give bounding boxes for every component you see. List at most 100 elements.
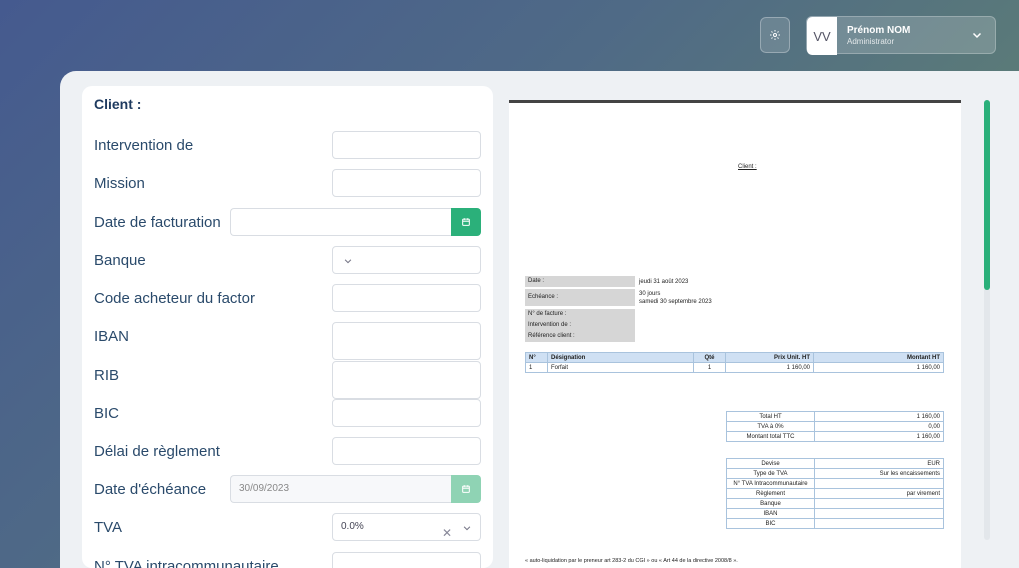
code-acheteur-label: Code acheteur du factor <box>94 290 255 307</box>
user-menu[interactable]: VV Prénom NOM Administrator <box>806 16 996 55</box>
avatar: VV <box>807 17 837 55</box>
doc-footer-note: « auto-liquidation par le preneur art 28… <box>525 558 738 564</box>
invoice-preview: Client : Date : jeudi 31 août 2023 Echéa… <box>509 100 961 568</box>
col-designation: Désignation <box>547 352 694 363</box>
chevron-down-icon <box>972 32 982 39</box>
date-facturation-label: Date de facturation <box>94 214 221 231</box>
items-header: N° Désignation Qté Prix Unit. HT Montant… <box>525 352 944 363</box>
field-bic: BIC <box>82 399 493 429</box>
devise-key: Devise <box>726 458 815 469</box>
iban-input[interactable] <box>332 322 481 360</box>
reglement-key: Règlement <box>726 488 815 499</box>
tva-intra-key: N° TVA Intracommunautaire <box>726 478 815 489</box>
col-montant: Montant HT <box>813 352 944 363</box>
items-table: N° Désignation Qté Prix Unit. HT Montant… <box>525 352 944 373</box>
user-name: Prénom NOM <box>847 25 911 36</box>
banque-key: Banque <box>726 498 815 509</box>
tva-value: 0.0% <box>341 521 364 532</box>
table-row: BIC <box>726 518 944 529</box>
code-acheteur-input[interactable] <box>332 284 481 312</box>
rib-label: RIB <box>94 367 120 384</box>
row-montant: 1 160,00 <box>813 362 944 373</box>
date-echeance-input[interactable]: 30/09/2023 <box>230 475 452 503</box>
tva-amount: 0,00 <box>814 421 944 432</box>
date-facturation-calendar-button[interactable] <box>451 208 481 236</box>
field-mission: Mission <box>82 169 493 199</box>
intervention-label: Intervention de <box>94 137 194 154</box>
delai-label: Délai de règlement <box>94 443 220 460</box>
table-row: 1 Forfait 1 1 160,00 1 160,00 <box>525 362 944 373</box>
mission-label: Mission <box>94 175 145 192</box>
banque-label: Banque <box>94 252 146 269</box>
banque-select[interactable] <box>332 246 481 274</box>
bic-input[interactable] <box>332 399 481 427</box>
devise-value: EUR <box>814 458 944 469</box>
info-echeance-value1: 30 jours <box>639 291 661 297</box>
table-row: Type de TVA Sur les encaissements <box>726 468 944 479</box>
total-ht-value: 1 160,00 <box>814 411 944 422</box>
info-echeance-key: Echéance : <box>525 289 635 306</box>
col-pu: Prix Unit. HT <box>725 352 814 363</box>
date-facturation-input[interactable] <box>230 208 452 236</box>
field-delai: Délai de règlement <box>82 437 493 467</box>
iban-key: IBAN <box>726 508 815 519</box>
calendar-icon <box>462 485 470 493</box>
info-facture-key: N° de facture : <box>525 309 635 320</box>
row-qte: 1 <box>693 362 726 373</box>
field-tva: TVA 0.0% ✕ <box>82 513 493 543</box>
ttc-value: 1 160,00 <box>814 431 944 442</box>
tva-intra-label: N° TVA intracommunautaire <box>94 558 279 568</box>
iban-label: IBAN <box>94 328 130 345</box>
field-code-acheteur: Code acheteur du factor <box>82 284 493 314</box>
gear-icon <box>770 30 780 40</box>
row-designation: Forfait <box>547 362 694 373</box>
rib-input[interactable] <box>332 361 481 399</box>
mission-input[interactable] <box>332 169 481 197</box>
table-row: IBAN <box>726 508 944 519</box>
top-bar: VV Prénom NOM Administrator <box>0 0 1019 70</box>
totals-table: Total HT 1 160,00 TVA à 0% 0,00 Montant to… <box>726 411 944 442</box>
field-date-echeance: Date d'échéance 30/09/2023 <box>82 475 493 505</box>
tva-select[interactable]: 0.0% ✕ <box>332 513 481 541</box>
col-no: N° <box>525 352 548 363</box>
table-row: Total HT 1 160,00 <box>726 411 944 422</box>
date-echeance-calendar-button[interactable] <box>451 475 481 503</box>
form-title: Client : <box>94 96 142 112</box>
tva-intra-input[interactable] <box>332 552 481 568</box>
info-date-value: jeudi 31 août 2023 <box>639 279 689 285</box>
field-banque: Banque <box>82 246 493 276</box>
field-intervention: Intervention de <box>82 131 493 161</box>
payment-table: Devise EUR Type de TVA Sur les encaissemen… <box>726 458 944 529</box>
date-echeance-label: Date d'échéance <box>94 481 207 498</box>
settings-button[interactable] <box>760 17 790 53</box>
table-row: N° TVA Intracommunautaire <box>726 478 944 489</box>
field-iban: IBAN <box>82 322 493 360</box>
field-tva-intra: N° TVA intracommunautaire <box>82 552 493 568</box>
bic-label: BIC <box>94 405 120 422</box>
table-row: TVA à 0% 0,00 <box>726 421 944 432</box>
bic-key: BIC <box>726 518 815 529</box>
intervention-input[interactable] <box>332 131 481 159</box>
calendar-icon <box>462 218 470 226</box>
close-icon[interactable]: ✕ <box>442 520 452 546</box>
tva-key: TVA à 0% <box>726 421 815 432</box>
info-echeance-value2: samedi 30 septembre 2023 <box>639 299 712 305</box>
scrollbar-thumb[interactable] <box>984 100 990 290</box>
delai-input[interactable] <box>332 437 481 465</box>
table-row: Banque <box>726 498 944 509</box>
type-tva-value: Sur les encaissements <box>814 468 944 479</box>
info-intervention-key: Intervention de : <box>525 320 635 331</box>
client-form: Client : Intervention de Mission Date de… <box>82 86 493 568</box>
chevron-down-icon <box>463 526 471 531</box>
col-qte: Qté <box>693 352 726 363</box>
info-reference-key: Référence client : <box>525 331 635 342</box>
total-ht-key: Total HT <box>726 411 815 422</box>
field-date-facturation: Date de facturation <box>82 208 493 238</box>
user-role: Administrator <box>847 37 895 46</box>
tva-label: TVA <box>94 519 123 536</box>
table-row: Montant total TTC 1 160,00 <box>726 431 944 442</box>
ttc-key: Montant total TTC <box>726 431 815 442</box>
table-row: Devise EUR <box>726 458 944 469</box>
table-row: Règlement par virement <box>726 488 944 499</box>
type-tva-key: Type de TVA <box>726 468 815 479</box>
